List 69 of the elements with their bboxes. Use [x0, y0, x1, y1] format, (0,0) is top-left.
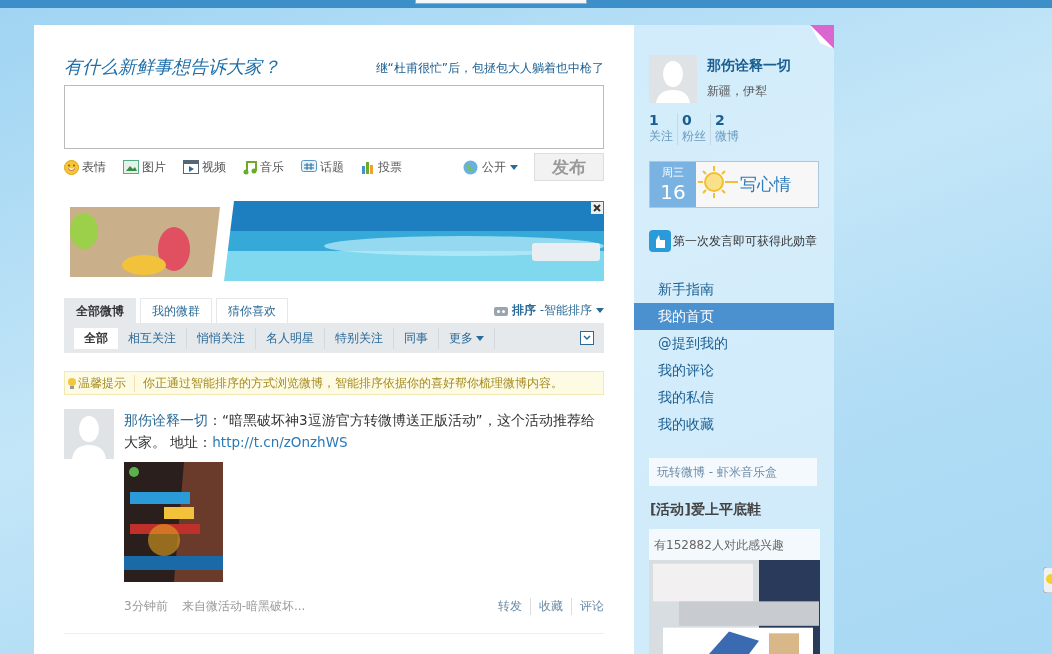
side-tab-icon[interactable] [1043, 567, 1052, 593]
hashtag-icon [301, 159, 317, 175]
toolbar-item[interactable]: 图片 [123, 158, 166, 176]
robot-icon [493, 305, 508, 316]
post-action[interactable]: 评论 [571, 598, 604, 615]
day-number: 16 [660, 180, 686, 204]
nav-item[interactable]: @提到我的 [634, 330, 834, 357]
image-icon [123, 160, 139, 174]
hand-badge-icon [649, 230, 671, 252]
avatar[interactable] [649, 55, 697, 103]
post-source[interactable]: 来自微活动-暗黑破坏... [181, 598, 306, 615]
compose-field[interactable] [64, 85, 604, 149]
toolbar-item[interactable]: 表情 [64, 158, 106, 176]
mood-widget[interactable]: 周三 16 写心情 [649, 161, 819, 208]
compose-prompt: 有什么新鲜事想告诉大家？ [64, 55, 280, 79]
tip-label: 温馨提示 [78, 374, 126, 392]
filter-tab[interactable]: 特别关注 [325, 327, 394, 349]
close-icon[interactable] [591, 202, 603, 214]
globe-icon [463, 159, 478, 175]
tip-text: 你正通过智能排序的方式浏览微博，智能排序依据你的喜好帮你梳理微博内容。 [142, 374, 563, 392]
nav-item[interactable]: 新手指南 [634, 276, 834, 303]
profile-location: 新疆，伊犁 [707, 83, 768, 100]
toolbar-item[interactable]: 投票 [361, 158, 402, 176]
toolbar-item[interactable]: 音乐 [243, 158, 284, 176]
interest-count: 有152882人对此感兴趣 [653, 537, 785, 554]
collapse-icon[interactable] [580, 331, 594, 345]
caret-icon [476, 335, 484, 341]
nav-item[interactable]: 我的收藏 [634, 411, 834, 438]
stat-link[interactable]: 0 粉丝 [677, 113, 710, 145]
post-link[interactable]: http://t.cn/zOnzhWS [212, 434, 348, 450]
music-note-icon [243, 159, 257, 175]
stat-link[interactable]: 1 关注 [649, 113, 677, 145]
feed-tab[interactable]: 全部微博 [64, 298, 136, 323]
feed-tab[interactable]: 猜你喜欢 [216, 298, 288, 323]
toolbar-item[interactable]: 视频 [183, 158, 226, 176]
filter-tab[interactable]: 悄悄关注 [187, 327, 256, 349]
sort-dropdown[interactable]: 排序 -智能排序 [493, 302, 604, 319]
nav-item[interactable]: 我的私信 [634, 384, 834, 411]
visibility-dropdown[interactable]: 公开 [463, 158, 518, 176]
smiley-icon [64, 159, 79, 175]
post-text: 那伤诠释一切：“暗黑破坏神3逗游官方转微博送正版活动”，这个活动推荐给大家。 地址：http://t.cn/zOnzhWS [124, 411, 596, 452]
bar-chart-icon [361, 160, 375, 174]
trending-link[interactable]: 继“杜甫很忙”后，包拯包大人躺着也中枪了 [375, 60, 604, 77]
post-action[interactable]: 转发 [490, 598, 530, 615]
filter-tab[interactable]: 相互关注 [118, 327, 187, 349]
feed-tab[interactable]: 我的微群 [140, 298, 212, 323]
profile-name[interactable]: 那伤诠释一切 [707, 57, 791, 75]
page-curl-icon [810, 25, 834, 49]
nav-item[interactable]: 我的首页 [634, 303, 834, 330]
film-icon [183, 160, 199, 174]
author-link[interactable]: 那伤诠释一切 [124, 412, 208, 428]
lightbulb-icon [67, 376, 77, 390]
caret-icon [510, 164, 518, 170]
toolbar-item[interactable]: 话题 [301, 158, 344, 176]
filter-tab[interactable]: 更多 [439, 327, 495, 349]
nav-item[interactable]: 我的评论 [634, 357, 834, 384]
mood-label: 写心情 [740, 173, 791, 196]
avatar[interactable] [64, 409, 114, 459]
post-action[interactable]: 收藏 [530, 598, 571, 615]
weekday: 周三 [662, 165, 684, 180]
post-time[interactable]: 3分钟前 [124, 598, 168, 615]
music-link[interactable]: 玩转微博 - 虾米音乐盒 [649, 458, 817, 486]
stat-link[interactable]: 2 微博 [710, 113, 743, 145]
filter-tab[interactable]: 名人明星 [256, 327, 325, 349]
badge-hint: 第一次发言即可获得此勋章 [673, 232, 817, 250]
activity-title: [活动]爱上平底鞋 [650, 501, 762, 519]
filter-tab[interactable]: 同事 [394, 327, 439, 349]
filter-tab[interactable]: 全部 [74, 327, 118, 349]
caret-icon [596, 308, 604, 313]
